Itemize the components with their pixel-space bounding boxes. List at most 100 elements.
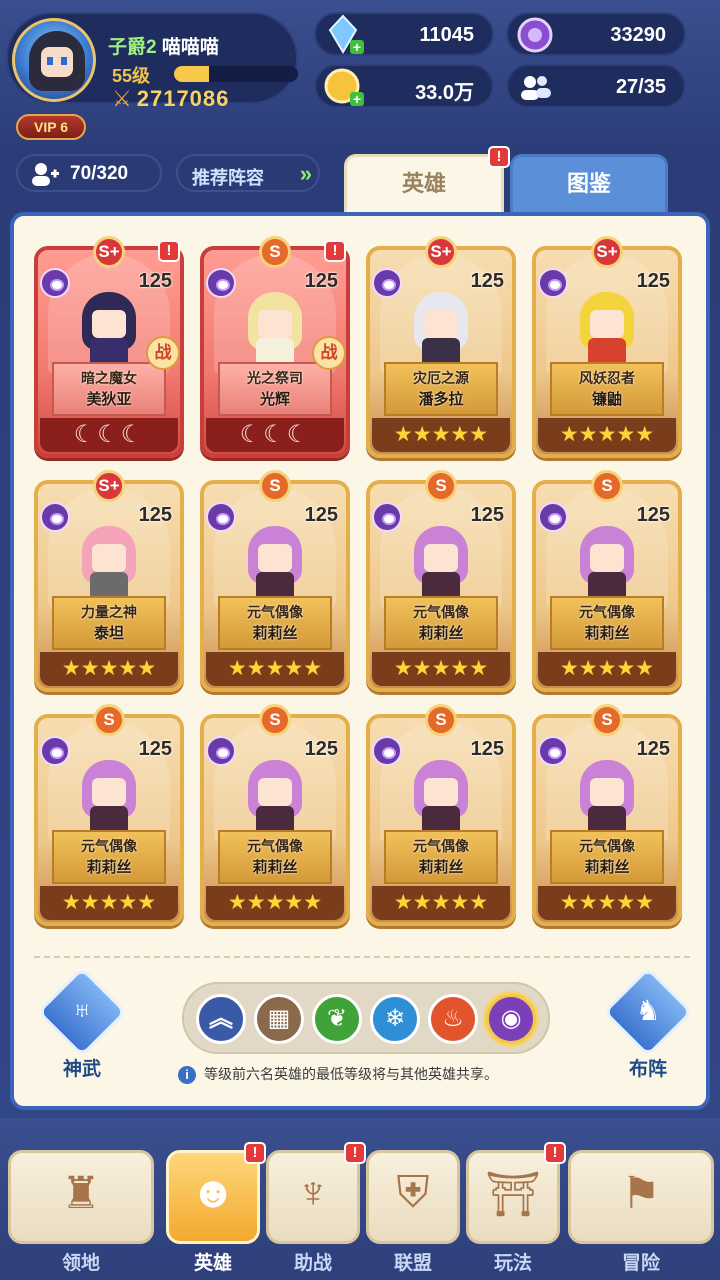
hero-face: [424, 310, 458, 338]
formation-button[interactable]: ♞ 布阵: [602, 966, 694, 1080]
hero-person-icon: [32, 163, 59, 186]
hero-level: 125: [304, 270, 338, 292]
hero-panel: S+ 125 暗之魔女 美狄亚 ☾☾☾ 战! S 125 光之祭司 光辉 ☾☾☾ 战! S+ 125 灾厄之…: [10, 212, 710, 1110]
members-resource[interactable]: 27/35: [506, 64, 686, 108]
hero-face: [258, 778, 292, 806]
faction-eye-icon: [538, 268, 568, 298]
faction-eye-icon: [538, 502, 568, 532]
faction-eye-icon: [206, 502, 236, 532]
nav-icon: ♜: [61, 1169, 101, 1218]
awaken-moons: ☾☾☾: [73, 421, 145, 448]
hero-card[interactable]: S+ 125 风妖忍者 镰鼬 ★★★★★: [532, 236, 682, 460]
purple-gem-icon: [517, 17, 553, 53]
level-share-note: i 等级前六名英雄的最低等级将与其他英雄共享。: [178, 1064, 578, 1085]
vip-badge[interactable]: VIP 6: [16, 114, 86, 140]
nav-item-4[interactable]: ⛩ 玩法!: [466, 1142, 566, 1274]
hero-card[interactable]: S+ 125 力量之神 泰坦 ★★★★★: [34, 470, 184, 694]
purple-gem-value: 33290: [610, 24, 666, 46]
hero-level: 125: [636, 504, 670, 526]
star-rating: ★★★★★: [393, 891, 489, 914]
nav-icon: ☻: [189, 1168, 237, 1217]
members-value: 27/35: [615, 76, 666, 98]
hero-title: 光之祭司: [247, 370, 303, 386]
player-info[interactable]: 子爵2 喵喵喵 55级 ⚔ 2717086: [6, 12, 298, 111]
purple-gem-resource[interactable]: 33290: [506, 12, 686, 56]
player-avatar[interactable]: [12, 18, 96, 102]
hero-name: 莉莉丝: [252, 625, 298, 642]
hero-card[interactable]: S+ 125 暗之魔女 美狄亚 ☾☾☾ 战!: [34, 236, 184, 460]
hero-capacity[interactable]: 70/320: [16, 154, 162, 192]
hero-level: 125: [636, 270, 670, 292]
star-rating: ★★★★★: [393, 423, 489, 446]
grade-badge: S: [425, 470, 457, 502]
formation-label: 布阵: [628, 1059, 667, 1080]
tab-heroes-alert-icon: !: [488, 146, 510, 168]
hero-card[interactable]: S 125 元气偶像 莉莉丝 ★★★★★: [34, 704, 184, 928]
combat-power-value: 2717086: [136, 86, 230, 111]
hero-card[interactable]: S 125 元气偶像 莉莉丝 ★★★★★: [532, 704, 682, 928]
crossed-swords-icon: ⚔: [112, 86, 133, 111]
hero-card[interactable]: S 125 光之祭司 光辉 ☾☾☾ 战!: [200, 236, 350, 460]
hero-card[interactable]: S 125 元气偶像 莉莉丝 ★★★★★: [200, 470, 350, 694]
combat-power: ⚔ 2717086: [112, 86, 229, 112]
hero-name: 莉莉丝: [418, 859, 464, 876]
nav-item-1[interactable]: ☻ 英雄!: [166, 1142, 266, 1274]
hero-card[interactable]: S 125 元气偶像 莉莉丝 ★★★★★: [366, 704, 516, 928]
nav-label: 英雄: [193, 1253, 232, 1274]
hero-card[interactable]: S 125 元气偶像 莉莉丝 ★★★★★: [200, 704, 350, 928]
nav-item-3[interactable]: ⛨ 联盟: [366, 1150, 460, 1274]
grade-badge: S+: [93, 236, 125, 268]
leaf-icon[interactable]: ❦: [312, 994, 362, 1044]
gold-value: 33.0万: [415, 82, 474, 104]
hero-name: 莉莉丝: [418, 625, 464, 642]
divine-weapon-button[interactable]: ♅ 神武: [36, 966, 128, 1080]
hero-face: [92, 310, 126, 338]
nav-icon: ♆: [296, 1168, 330, 1217]
hero-level: 125: [138, 738, 172, 760]
diamond-resource[interactable]: + 11045: [314, 12, 494, 56]
hero-grid: S+ 125 暗之魔女 美狄亚 ☾☾☾ 战! S 125 光之祭司 光辉 ☾☾☾ 战! S+ 125 灾厄之…: [34, 236, 694, 954]
hero-name: 美狄亚: [86, 391, 132, 408]
fire-icon[interactable]: ♨: [428, 994, 478, 1044]
hero-level: 125: [138, 270, 172, 292]
grade-badge: S+: [425, 236, 457, 268]
hero-card[interactable]: S 125 元气偶像 莉莉丝 ★★★★★: [366, 470, 516, 694]
grid-icon[interactable]: ▦: [254, 994, 304, 1044]
nav-item-5[interactable]: ⚑ 冒险: [568, 1150, 714, 1274]
hero-card[interactable]: S+ 125 灾厄之源 潘多拉 ★★★★★: [366, 236, 516, 460]
hero-face: [590, 778, 624, 806]
hero-level: 125: [470, 738, 504, 760]
player-level: 55级: [112, 66, 151, 86]
gold-resource[interactable]: + 33.0万: [314, 64, 494, 108]
exp-bar-fill: [174, 66, 209, 82]
chevron-up-icon[interactable]: ︽: [196, 994, 246, 1044]
hero-title: 灾厄之源: [413, 370, 469, 386]
hero-face: [92, 778, 126, 806]
recommend-lineup-button[interactable]: 推荐阵容 »: [176, 154, 320, 192]
nav-icon: ⚑: [621, 1169, 661, 1218]
hero-alert-icon: !: [158, 240, 180, 262]
tab-atlas[interactable]: 图鉴: [510, 154, 668, 212]
grade-badge: S: [591, 470, 623, 502]
nav-icon: ⛨: [396, 1168, 430, 1217]
eye-icon[interactable]: ◉: [486, 994, 536, 1044]
hero-title: 元气偶像: [81, 838, 137, 854]
nav-icon: ⛩: [485, 1170, 541, 1219]
hero-card[interactable]: S 125 元气偶像 莉莉丝 ★★★★★: [532, 470, 682, 694]
info-icon: i: [178, 1066, 196, 1085]
exp-bar: [174, 66, 298, 82]
hero-level: 125: [636, 738, 670, 760]
star-rating: ★★★★★: [559, 891, 655, 914]
in-battle-badge: 战: [312, 336, 346, 370]
nav-item-2[interactable]: ♆ 助战!: [266, 1142, 366, 1274]
snowflake-icon[interactable]: ❄: [370, 994, 420, 1044]
nav-item-0[interactable]: ♜ 领地: [8, 1150, 154, 1274]
faction-eye-icon: [40, 268, 70, 298]
hero-face: [258, 544, 292, 572]
level-share-text: 等级前六名英雄的最低等级将与其他英雄共享。: [204, 1066, 498, 1082]
hero-face: [258, 310, 292, 338]
hero-face: [590, 544, 624, 572]
nav-label: 冒险: [621, 1253, 660, 1274]
tab-heroes[interactable]: 英雄: [344, 154, 504, 216]
recommend-lineup-label: 推荐阵容: [192, 168, 264, 188]
